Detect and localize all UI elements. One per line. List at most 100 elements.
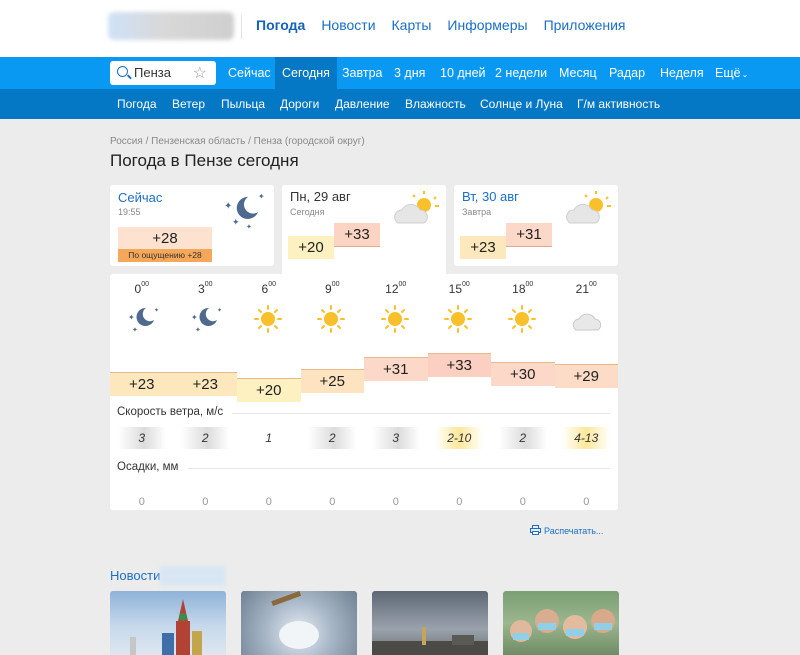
- tab-radar[interactable]: Радар: [603, 57, 651, 89]
- wind-speed-value: 2: [181, 427, 230, 449]
- hour-temp: +20: [237, 378, 301, 402]
- hour-value: 12: [385, 282, 399, 296]
- news-image-2[interactable]: [241, 591, 357, 655]
- hour-temp: +30: [491, 362, 555, 386]
- now-card[interactable]: Сейчас 19:55 ✦ ✦ ✦ ✦ +28 По ощущению +28: [110, 185, 274, 266]
- tomorrow-low-temp: +23: [460, 236, 506, 259]
- today-card[interactable]: Пн, 29 авг Сегодня +20 +33: [282, 185, 446, 275]
- tab-month[interactable]: Месяц: [553, 57, 603, 89]
- tab-week[interactable]: Неделя: [654, 57, 710, 89]
- top-nav-maps[interactable]: Карты: [392, 17, 432, 33]
- print-label: Распечатать...: [544, 526, 604, 536]
- city-search-input[interactable]: Пенза ☆: [110, 61, 216, 85]
- tab-more-label: Ещё: [715, 66, 741, 80]
- svg-text:✦: ✦: [224, 201, 232, 212]
- people-masks-icon: [510, 609, 615, 642]
- now-temp: +28: [118, 227, 212, 250]
- top-nav-weather[interactable]: Погода: [256, 17, 305, 33]
- hour-label: 1500: [439, 281, 479, 296]
- tab-2-weeks[interactable]: 2 недели: [489, 57, 553, 89]
- hour-label: 000: [122, 281, 162, 296]
- sub-nav-roads[interactable]: Дороги: [280, 89, 319, 119]
- svg-text:✦: ✦: [154, 307, 159, 314]
- sub-nav-pressure[interactable]: Давление: [335, 89, 390, 119]
- precip-value: 0: [519, 496, 526, 508]
- today-date: Пн, 29 авг: [290, 189, 351, 204]
- svg-text:✦: ✦: [191, 313, 198, 322]
- precip-value: 0: [202, 496, 209, 508]
- top-nav-informers[interactable]: Информеры: [447, 17, 527, 33]
- sun-icon: [316, 304, 346, 339]
- svg-text:✦: ✦: [132, 326, 138, 334]
- sub-nav-sun-moon[interactable]: Солнце и Луна: [480, 89, 563, 119]
- wind-divider: [232, 413, 610, 414]
- frost-icon: [271, 591, 319, 649]
- moon-stars-icon: ✦ ✦ ✦ ✦: [224, 192, 265, 231]
- wind-speed-value: 2-10: [435, 427, 484, 449]
- svg-text:✦: ✦: [217, 307, 222, 314]
- sun-cloud-icon: [566, 191, 611, 224]
- hour-temp: +25: [300, 369, 364, 393]
- news-image-4[interactable]: [503, 591, 619, 655]
- precip-value: 0: [456, 496, 463, 508]
- hour-minutes: 00: [525, 281, 534, 288]
- wind-speed-label: Скорость ветра, м/с: [117, 406, 224, 418]
- hour-temp: +23: [173, 372, 237, 396]
- favorite-star-icon[interactable]: ☆: [193, 63, 207, 83]
- hour-minutes: 00: [268, 281, 276, 288]
- wind-speed-value: 4-13: [562, 427, 611, 449]
- hour-temp: +23: [110, 372, 174, 396]
- sun-cloud-icon: [394, 191, 439, 224]
- precip-label: Осадки, мм: [117, 461, 179, 473]
- breadcrumb[interactable]: Россия / Пензенская область / Пенза (гор…: [110, 136, 365, 147]
- tab-10-days[interactable]: 10 дней: [434, 57, 492, 89]
- sub-nav-geomagnetic[interactable]: Г/м активность: [577, 89, 660, 119]
- tomorrow-high-temp: +31: [506, 223, 552, 247]
- sub-nav-pollen[interactable]: Пыльца: [221, 89, 265, 119]
- print-link[interactable]: Распечатать...: [530, 525, 603, 536]
- top-nav-news[interactable]: Новости: [321, 17, 375, 33]
- today-sub: Сегодня: [290, 207, 325, 217]
- now-feels-like: По ощущению +28: [118, 249, 212, 262]
- svg-text:✦: ✦: [246, 223, 252, 231]
- news-title[interactable]: Новости: [110, 568, 160, 583]
- sub-nav-weather[interactable]: Погода: [117, 89, 157, 119]
- svg-text:✦: ✦: [232, 217, 240, 227]
- hour-minutes: 00: [331, 281, 340, 288]
- city-search-value: Пенза: [134, 65, 171, 80]
- top-nav-apps[interactable]: Приложения: [544, 17, 626, 33]
- precip-value: 0: [329, 496, 336, 508]
- wind-speed-value: 2: [308, 427, 357, 449]
- sub-nav-humidity[interactable]: Влажность: [405, 89, 466, 119]
- news-image-1[interactable]: [110, 591, 226, 655]
- sun-icon: [443, 304, 473, 339]
- news-source-blurred: [160, 566, 226, 586]
- news-image-3[interactable]: [372, 591, 488, 655]
- hour-minutes: 00: [589, 281, 597, 288]
- hour-label: 600: [249, 281, 289, 296]
- hour-value: 15: [448, 282, 463, 296]
- svg-text:✦: ✦: [258, 192, 265, 201]
- tab-3-days[interactable]: 3 дня: [388, 57, 431, 89]
- sun-icon: [507, 304, 537, 339]
- page-title: Погода в Пензе сегодня: [110, 151, 299, 170]
- tab-now[interactable]: Сейчас: [222, 57, 277, 89]
- hour-temp: +33: [427, 353, 491, 377]
- moon-stars-icon: ✦ ✦ ✦: [126, 304, 160, 339]
- hour-temp: +31: [364, 357, 428, 381]
- site-logo[interactable]: [108, 12, 234, 40]
- hour-value: 9: [325, 282, 332, 296]
- tab-more[interactable]: Ещё⌄: [709, 57, 754, 89]
- hour-value: 21: [575, 282, 590, 296]
- tab-today[interactable]: Сегодня: [275, 57, 337, 89]
- sun-icon: [380, 304, 410, 339]
- wind-speed-value: 2: [498, 427, 547, 449]
- hour-label: 1800: [503, 281, 543, 296]
- hour-label: 2100: [566, 281, 606, 296]
- now-time: 19:55: [118, 207, 141, 217]
- hour-minutes: 00: [398, 281, 407, 288]
- tomorrow-card[interactable]: Вт, 30 авг Завтра +23 +31: [454, 185, 618, 266]
- sub-nav-wind[interactable]: Ветер: [172, 89, 205, 119]
- today-high-temp: +33: [334, 223, 380, 247]
- tab-tomorrow[interactable]: Завтра: [336, 57, 389, 89]
